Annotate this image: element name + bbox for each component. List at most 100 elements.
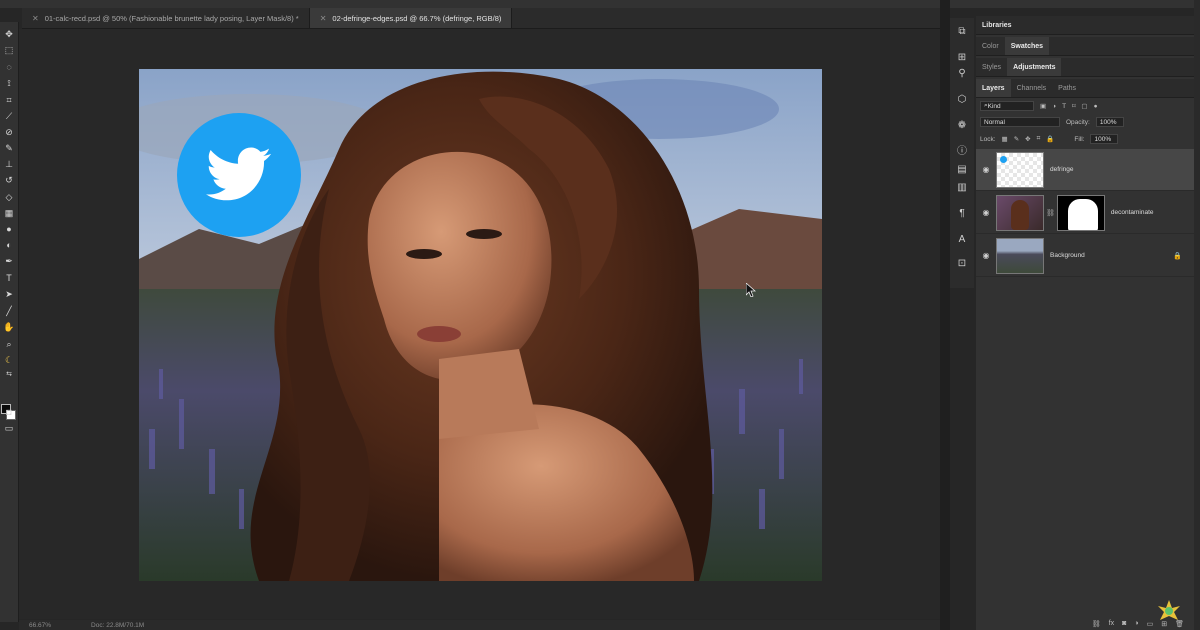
eye-icon[interactable]: ◉: [976, 165, 996, 174]
gradient-tool-icon[interactable]: ▦: [3, 207, 15, 219]
eye-icon[interactable]: ◉: [976, 251, 996, 260]
hand-tool-icon[interactable]: ✋: [3, 321, 15, 333]
panel-scrollbar[interactable]: [1194, 0, 1200, 630]
tab-paths[interactable]: Paths: [1052, 85, 1082, 92]
lock-artboard-icon[interactable]: ⌗: [1037, 135, 1041, 143]
pen-tool-icon[interactable]: ✒: [3, 255, 15, 267]
color-panel-header: Color Swatches: [976, 37, 1194, 56]
dodge-tool-icon[interactable]: ◐: [3, 239, 15, 251]
zoom-level[interactable]: 66.67%: [29, 622, 51, 629]
tab-label: 01-calc-recd.psd @ 50% (Fashionable brun…: [44, 13, 299, 23]
lock-icon: 🔒: [1173, 252, 1182, 260]
lock-transparent-icon[interactable]: ▦: [1002, 135, 1008, 143]
doc-size: Doc: 22.8M/70.1M: [91, 621, 145, 629]
lock-label: Lock:: [980, 135, 996, 143]
zoom-tool-icon[interactable]: ⌕: [3, 338, 15, 350]
panel-divider: [940, 0, 950, 630]
new-group-icon[interactable]: ▭: [1147, 620, 1154, 630]
eyedropper-tool-icon[interactable]: ⟋: [3, 110, 15, 122]
lock-position-icon[interactable]: ✥: [1025, 135, 1030, 143]
close-icon[interactable]: ✕: [320, 14, 327, 23]
marquee-tool-icon[interactable]: ⬚: [3, 44, 15, 56]
notes-icon[interactable]: ▥: [956, 182, 968, 194]
tab-label: 02-defringe-edges.psd @ 66.7% (defringe,…: [332, 13, 502, 23]
layer-filter-row: ⌕ Kind ▣ ◑ T ⌑ ▢ ●: [976, 98, 1194, 114]
status-bar: 66.67% Doc: 22.8M/70.1M: [19, 620, 940, 630]
tab-doc-2[interactable]: ✕ 02-defringe-edges.psd @ 66.7% (defring…: [309, 8, 513, 28]
tab-styles[interactable]: Styles: [976, 64, 1007, 71]
type-filter-icon[interactable]: T: [1062, 103, 1066, 110]
document-canvas[interactable]: [139, 69, 822, 581]
blend-mode-label: Normal: [984, 118, 1005, 126]
banana-tool-icon[interactable]: ☾: [3, 354, 15, 366]
new-adjustment-icon[interactable]: ◑: [1134, 620, 1138, 630]
healing-tool-icon[interactable]: ⊘: [3, 126, 15, 138]
opacity-value: 100%: [1099, 118, 1117, 126]
fill-field[interactable]: 100%: [1090, 134, 1119, 144]
crop-tool-icon[interactable]: ⌗: [3, 94, 15, 106]
layer-row-defringe[interactable]: ◉ defringe: [976, 149, 1194, 191]
stamp-tool-icon[interactable]: ⊥: [3, 158, 15, 170]
actions-icon[interactable]: ⚲: [956, 68, 968, 80]
history-brush-tool-icon[interactable]: ↺: [3, 174, 15, 186]
right-panel-dock: Libraries Color Swatches Styles Adjustme…: [976, 16, 1194, 630]
layer-name: defringe: [1050, 166, 1074, 173]
smart-filter-icon[interactable]: ▢: [1081, 102, 1087, 110]
lasso-tool-icon[interactable]: ◌: [3, 61, 15, 73]
twitter-logo: [177, 113, 301, 237]
swap-colors-icon[interactable]: ⇆: [3, 368, 15, 380]
brush-presets-icon[interactable]: ❁: [956, 120, 968, 132]
shape-filter-icon[interactable]: ⌑: [1072, 102, 1075, 110]
line-tool-icon[interactable]: ╱: [3, 305, 15, 317]
tab-color[interactable]: Color: [976, 43, 1005, 50]
eraser-tool-icon[interactable]: ◇: [3, 191, 15, 203]
app-top-strip: [0, 0, 1200, 8]
adjustment-filter-icon[interactable]: ◑: [1052, 103, 1056, 110]
filter-kind-select[interactable]: ⌕ Kind: [980, 101, 1034, 111]
layer-row-background[interactable]: ◉ Background 🔒: [976, 235, 1194, 277]
paragraph-icon[interactable]: ¶: [956, 208, 968, 220]
path-select-tool-icon[interactable]: ➤: [3, 288, 15, 300]
tab-layers[interactable]: Layers: [976, 79, 1011, 97]
link-icon[interactable]: ⛓: [1046, 209, 1055, 217]
lock-pixels-icon[interactable]: ✎: [1014, 135, 1019, 143]
screen-mode-icon[interactable]: ▭: [3, 422, 15, 434]
type-tool-icon[interactable]: T: [3, 272, 15, 284]
opacity-label: Opacity:: [1066, 118, 1090, 126]
tab-adjustments[interactable]: Adjustments: [1007, 58, 1062, 76]
add-mask-icon[interactable]: ◙: [1122, 620, 1126, 630]
layer-name: Background: [1050, 252, 1085, 259]
blur-tool-icon[interactable]: ●: [3, 223, 15, 235]
tools-panel: ✥ ⬚ ◌ ⟟ ⌗ ⟋ ⊘ ✎ ⊥ ↺ ◇ ▦ ● ◐ ✒ T ➤ ╱ ✋ ⌕ …: [0, 22, 19, 622]
lock-all-icon[interactable]: 🔒: [1046, 135, 1054, 143]
opacity-field[interactable]: 100%: [1095, 117, 1124, 127]
move-tool-icon[interactable]: ✥: [3, 28, 15, 40]
fx-icon[interactable]: fx: [1109, 620, 1114, 630]
tab-doc-1[interactable]: ✕ 01-calc-recd.psd @ 50% (Fashionable br…: [22, 8, 310, 28]
blend-row: Normal Opacity: 100%: [976, 114, 1194, 130]
navigator-icon[interactable]: ▤: [956, 164, 968, 176]
character-icon[interactable]: A: [956, 234, 968, 246]
eye-icon[interactable]: ◉: [976, 208, 996, 217]
pixel-filter-icon[interactable]: ▣: [1040, 102, 1046, 110]
layer-thumbnail: [996, 237, 1044, 274]
close-icon[interactable]: ✕: [32, 14, 39, 23]
filter-toggle-icon[interactable]: ●: [1094, 103, 1098, 110]
history-icon[interactable]: ⧉: [956, 26, 968, 38]
tab-swatches[interactable]: Swatches: [1004, 37, 1050, 55]
twitter-thumb-icon: [1000, 155, 1007, 163]
tab-channels[interactable]: Channels: [1011, 85, 1053, 92]
tab-libraries[interactable]: Libraries: [976, 22, 1018, 29]
layer-mask-thumbnail[interactable]: [1056, 194, 1105, 231]
clone-source-icon[interactable]: ⊡: [956, 258, 968, 270]
properties-icon[interactable]: ⊞: [956, 52, 968, 64]
3d-icon[interactable]: ⬡: [956, 94, 968, 106]
blend-mode-select[interactable]: Normal: [980, 117, 1060, 127]
brush-tool-icon[interactable]: ✎: [3, 142, 15, 154]
info-icon[interactable]: ⓘ: [956, 146, 968, 158]
layer-name: decontaminate: [1110, 209, 1154, 216]
link-layers-icon[interactable]: ⛓: [1092, 620, 1101, 630]
quick-mask-icon[interactable]: ◘: [3, 406, 15, 418]
layer-row-decontaminate[interactable]: ◉ ⛓ decontaminate: [976, 192, 1194, 234]
quick-select-tool-icon[interactable]: ⟟: [3, 77, 15, 89]
